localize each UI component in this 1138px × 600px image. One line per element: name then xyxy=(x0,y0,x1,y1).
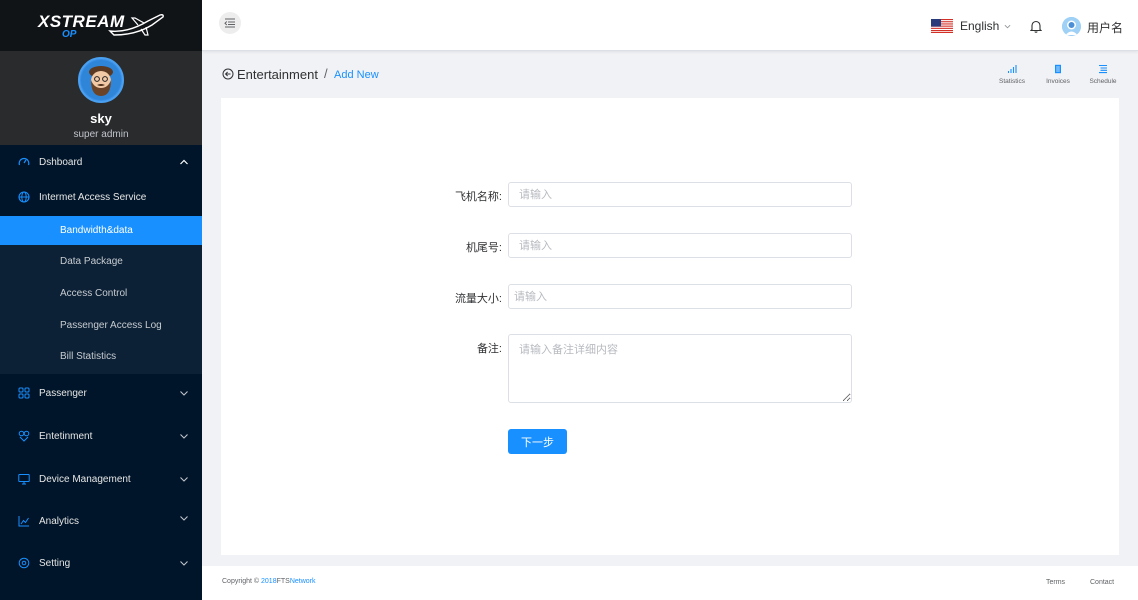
quick-link-schedule[interactable]: Schedule xyxy=(1083,64,1123,90)
tail-number-label: 机尾号: xyxy=(465,242,502,254)
chevron-down-icon xyxy=(180,477,188,482)
globe-icon xyxy=(18,191,30,203)
gear-icon xyxy=(18,557,30,569)
next-step-button[interactable]: 下一步 xyxy=(508,429,567,454)
breadcrumb-current[interactable]: Add New xyxy=(334,69,379,81)
top-header: English 用户名 xyxy=(202,0,1138,51)
avatar[interactable] xyxy=(78,57,124,103)
footer-link-terms[interactable]: Terms xyxy=(1046,579,1065,586)
people-icon xyxy=(18,387,30,399)
menu-fold-icon xyxy=(224,18,235,28)
copyright-text: Copyright © 2018FTSNetwork xyxy=(222,578,316,585)
chevron-down-icon xyxy=(180,516,188,521)
back-circle-icon[interactable] xyxy=(222,68,234,80)
copyright-suffix[interactable]: Network xyxy=(290,578,316,585)
airplane-logo-icon xyxy=(108,13,164,36)
page-header: Entertainment / Add New Statistics Invoi… xyxy=(222,62,1122,92)
form-card: 飞机名称: 机尾号: 流量大小: 备注: 下一步 xyxy=(221,98,1119,555)
sidebar-item-analytics[interactable]: Analytics xyxy=(0,504,202,538)
language-label: English xyxy=(960,19,1000,33)
quick-link-label: Invoices xyxy=(1046,78,1070,85)
sidebar-item-passenger[interactable]: Passenger xyxy=(0,376,202,410)
sidebar-item-dashboard[interactable]: Dshboard xyxy=(0,145,202,179)
logo-bar: XSTREAM OP xyxy=(0,0,202,51)
chevron-up-icon xyxy=(180,159,188,165)
monitor-icon xyxy=(18,473,30,485)
speedometer-icon xyxy=(18,156,30,168)
bar-chart-icon xyxy=(1007,65,1017,73)
chevron-down-icon xyxy=(180,391,188,396)
aircraft-name-label: 飞机名称: xyxy=(454,191,502,203)
chevron-down-icon xyxy=(1004,24,1011,28)
traffic-size-input[interactable] xyxy=(508,284,852,309)
us-flag-icon xyxy=(931,19,953,33)
tail-number-input[interactable] xyxy=(508,233,852,258)
copyright-company: FTS xyxy=(276,578,290,585)
list-icon xyxy=(1099,64,1107,74)
bell-icon[interactable] xyxy=(1030,19,1042,33)
submenu-internet-access: Bandwidth&data Data Package Access Contr… xyxy=(0,216,202,374)
profile-role: super admin xyxy=(73,129,129,140)
quick-link-invoices[interactable]: Invoices xyxy=(1038,64,1078,90)
sidebar-subitem-passenger-access-log[interactable]: Passenger Access Log xyxy=(0,311,202,340)
sidebar-item-label: Dshboard xyxy=(39,156,83,168)
remarks-label: 备注: xyxy=(476,343,502,355)
sidebar-toggle-button[interactable] xyxy=(219,12,241,34)
profile-panel: sky super admin xyxy=(0,51,202,145)
sidebar-subitem-access-control[interactable]: Access Control xyxy=(0,279,202,308)
remarks-textarea[interactable] xyxy=(508,334,852,403)
sidebar-item-label: Passenger xyxy=(39,387,87,399)
quick-link-label: Statistics xyxy=(998,78,1025,85)
sidebar-item-label: Intermet Access Service xyxy=(39,191,147,203)
document-icon xyxy=(1055,64,1061,74)
quick-link-statistics[interactable]: Statistics xyxy=(992,64,1032,90)
copyright-year[interactable]: 2018 xyxy=(261,578,277,585)
footer-link-contact[interactable]: Contact xyxy=(1090,579,1114,586)
chevron-down-icon xyxy=(180,561,188,566)
chart-icon xyxy=(18,515,30,527)
logo-subtext: OP xyxy=(62,28,77,40)
breadcrumb-separator: / xyxy=(324,66,328,81)
sidebar-subitem-bandwidth[interactable]: Bandwidth&data xyxy=(0,216,202,245)
aircraft-name-input[interactable] xyxy=(508,182,852,207)
profile-name: sky xyxy=(90,111,112,126)
sidebar-item-label: Device Management xyxy=(39,473,131,485)
language-selector[interactable]: English xyxy=(931,18,1011,34)
sidebar-item-label: Setting xyxy=(39,557,71,569)
brand-logo[interactable]: XSTREAM OP xyxy=(36,9,166,43)
traffic-size-label: 流量大小: xyxy=(454,293,502,305)
sidebar-item-label: Analytics xyxy=(39,515,80,527)
sidebar-item-device-management[interactable]: Device Management xyxy=(0,462,202,496)
sidebar-item-setting[interactable]: Setting xyxy=(0,546,202,580)
user-avatar[interactable] xyxy=(1062,17,1081,36)
bearded-man-avatar-icon xyxy=(81,60,121,100)
sidebar-item-internet-access[interactable]: Intermet Access Service xyxy=(0,180,202,214)
sidebar: XSTREAM OP sky super admin Dshboard Inte… xyxy=(0,0,202,600)
sidebar-item-entertainment[interactable]: Entetinment xyxy=(0,419,202,453)
sidebar-item-label: Entetinment xyxy=(39,430,93,442)
sidebar-subitem-data-package[interactable]: Data Package xyxy=(0,247,202,276)
header-user-name[interactable]: 用户名 xyxy=(1087,19,1123,36)
copyright-prefix: Copyright © xyxy=(222,578,260,585)
chevron-down-icon xyxy=(180,434,188,439)
page-title: Entertainment xyxy=(237,67,318,82)
quick-link-label: Schedule xyxy=(1089,78,1117,85)
astronaut-avatar-icon xyxy=(1062,17,1081,36)
page-footer: Copyright © 2018FTSNetwork Terms Contact xyxy=(202,566,1138,600)
sidebar-subitem-bill-statistics[interactable]: Bill Statistics xyxy=(0,342,202,371)
entertainment-icon xyxy=(18,430,30,442)
